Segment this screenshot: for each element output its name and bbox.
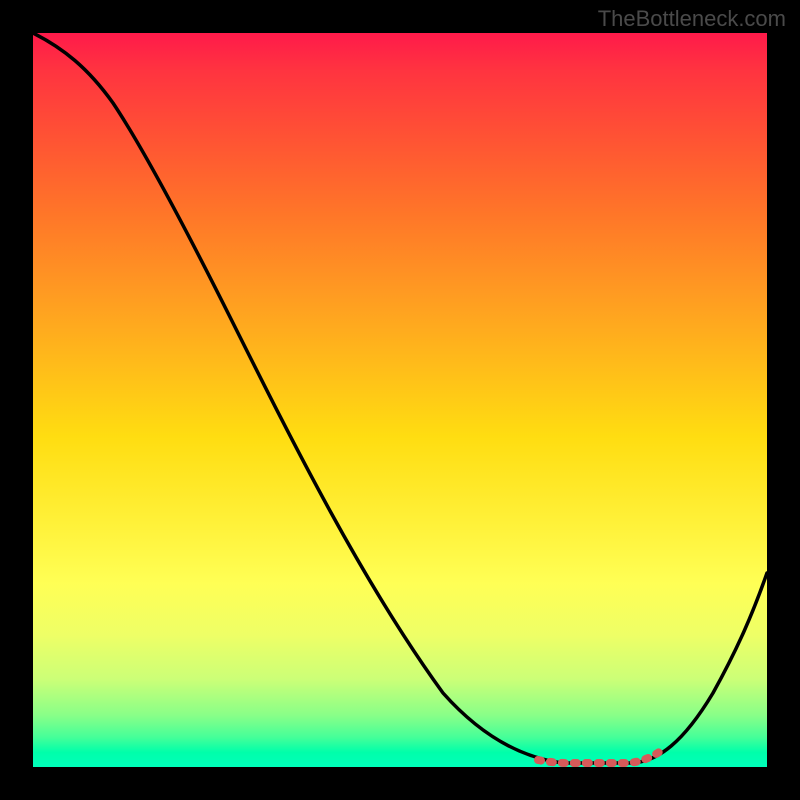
curve-path [33,33,767,763]
watermark-text: TheBottleneck.com [598,6,786,32]
bottleneck-chart [33,33,767,767]
